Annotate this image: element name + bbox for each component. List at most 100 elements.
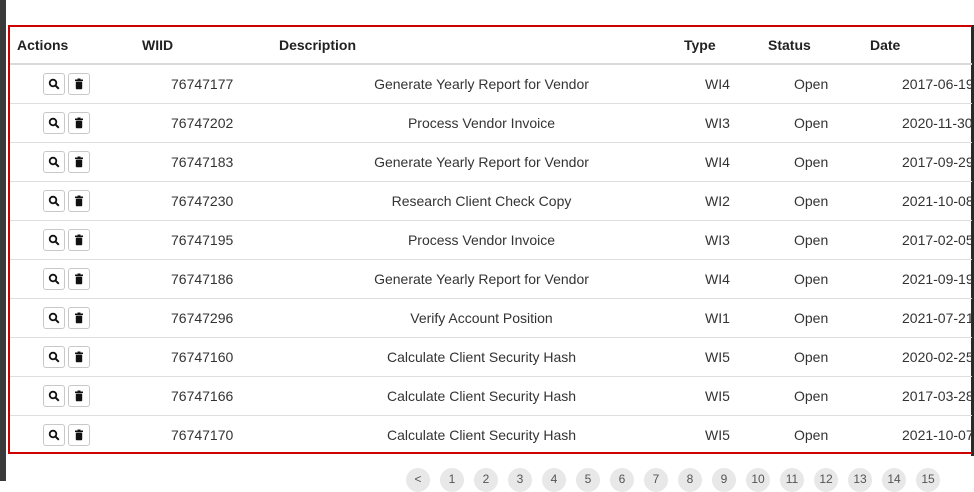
- page-button[interactable]: 5: [576, 468, 600, 492]
- view-button[interactable]: [43, 190, 65, 212]
- trash-icon: [73, 156, 85, 168]
- table-body: 76747177 Generate Yearly Report for Vendo…: [10, 64, 972, 452]
- magnifier-icon: [48, 390, 60, 402]
- delete-button[interactable]: [68, 346, 90, 368]
- type-cell: WI3: [684, 103, 768, 143]
- delete-button[interactable]: [68, 424, 90, 446]
- wiid-cell: 76747186: [142, 259, 279, 299]
- status-cell: Open: [768, 337, 870, 377]
- page-button[interactable]: 7: [644, 468, 668, 492]
- trash-icon: [73, 351, 85, 363]
- table-row: 76747183 Generate Yearly Report for Vendo…: [10, 142, 972, 182]
- page-button[interactable]: 15: [916, 468, 940, 492]
- view-button[interactable]: [43, 346, 65, 368]
- date-cell: 2020-11-30: [870, 103, 972, 143]
- view-button[interactable]: [43, 424, 65, 446]
- wiid-cell: 76747170: [142, 415, 279, 452]
- description-cell: Process Vendor Invoice: [279, 103, 684, 143]
- page-button[interactable]: 12: [814, 468, 838, 492]
- wiid-cell: 76747183: [142, 142, 279, 182]
- table-row: 76747186 Generate Yearly Report for Vendo…: [10, 259, 972, 299]
- page-prev-button[interactable]: <: [406, 468, 430, 492]
- page-button[interactable]: 14: [882, 468, 906, 492]
- view-button[interactable]: [43, 112, 65, 134]
- description-cell: Research Client Check Copy: [279, 181, 684, 221]
- work-items-table-frame: Actions WIID Description Type Status Dat…: [8, 25, 972, 454]
- delete-button[interactable]: [68, 73, 90, 95]
- view-button[interactable]: [43, 307, 65, 329]
- table-row: 76747166 Calculate Client Security Hash WI…: [10, 376, 972, 416]
- left-window-edge: [0, 0, 6, 481]
- actions-cell: [10, 415, 142, 452]
- view-button[interactable]: [43, 73, 65, 95]
- type-cell: WI5: [684, 376, 768, 416]
- magnifier-icon: [48, 234, 60, 246]
- status-cell: Open: [768, 415, 870, 452]
- status-cell: Open: [768, 103, 870, 143]
- status-cell: Open: [768, 259, 870, 299]
- description-cell: Generate Yearly Report for Vendor: [279, 142, 684, 182]
- status-cell: Open: [768, 376, 870, 416]
- actions-cell: [10, 376, 142, 416]
- description-cell: Process Vendor Invoice: [279, 220, 684, 260]
- column-header-date: Date: [870, 27, 972, 65]
- delete-button[interactable]: [68, 151, 90, 173]
- page-button[interactable]: 6: [610, 468, 634, 492]
- view-button[interactable]: [43, 151, 65, 173]
- magnifier-icon: [48, 312, 60, 324]
- table-row: 76747296 Verify Account Position WI1 Open 20…: [10, 298, 972, 338]
- status-cell: Open: [768, 220, 870, 260]
- delete-button[interactable]: [68, 190, 90, 212]
- actions-cell: [10, 103, 142, 143]
- view-button[interactable]: [43, 229, 65, 251]
- page-button[interactable]: 11: [780, 468, 804, 492]
- table-row: 76747160 Calculate Client Security Hash WI…: [10, 337, 972, 377]
- wiid-cell: 76747177: [171, 76, 234, 92]
- delete-button[interactable]: [68, 385, 90, 407]
- wiid-cell: 76747230: [142, 181, 279, 221]
- work-items-table: Actions WIID Description Type Status Dat…: [10, 27, 972, 452]
- page-button[interactable]: 9: [712, 468, 736, 492]
- table-row: 76747170 Calculate Client Security Hash WI…: [10, 415, 972, 452]
- type-cell: WI4: [684, 142, 768, 182]
- view-button[interactable]: [43, 385, 65, 407]
- delete-button[interactable]: [68, 307, 90, 329]
- page-button[interactable]: 1: [440, 468, 464, 492]
- type-cell: WI3: [684, 220, 768, 260]
- type-cell: WI5: [684, 337, 768, 377]
- page-button[interactable]: 4: [542, 468, 566, 492]
- description-cell: Calculate Client Security Hash: [279, 415, 684, 452]
- trash-icon: [73, 117, 85, 129]
- page-button[interactable]: 8: [678, 468, 702, 492]
- trash-icon: [73, 390, 85, 402]
- delete-button[interactable]: [68, 112, 90, 134]
- view-button[interactable]: [43, 268, 65, 290]
- wiid-cell: 76747202: [142, 103, 279, 143]
- column-header-actions: Actions: [10, 27, 142, 65]
- date-cell: 2017-09-29: [870, 142, 972, 182]
- date-cell: 2020-02-25: [870, 337, 972, 377]
- type-cell: WI4: [684, 259, 768, 299]
- page-button[interactable]: 2: [474, 468, 498, 492]
- column-header-wiid: WIID: [142, 27, 279, 65]
- column-header-type: Type: [684, 27, 768, 65]
- magnifier-icon: [48, 429, 60, 441]
- magnifier-icon: [48, 78, 60, 90]
- page-button[interactable]: 3: [508, 468, 532, 492]
- actions-cell: [10, 181, 142, 221]
- delete-button[interactable]: [68, 229, 90, 251]
- magnifier-icon: [48, 273, 60, 285]
- delete-button[interactable]: [68, 268, 90, 290]
- pagination: <1 2 3 4 5 6 7 8 9 10 11 12 13 14 15: [406, 468, 940, 492]
- type-cell: WI1: [684, 298, 768, 338]
- description-cell: Calculate Client Security Hash: [279, 376, 684, 416]
- actions-cell: [10, 337, 142, 377]
- type-cell: WI4: [705, 76, 730, 92]
- trash-icon: [73, 273, 85, 285]
- page-button[interactable]: 13: [848, 468, 872, 492]
- date-cell: 2021-09-19: [870, 259, 972, 299]
- table-row: 76747195 Process Vendor Invoice WI3 Open 201…: [10, 220, 972, 260]
- trash-icon: [73, 195, 85, 207]
- page-button[interactable]: 10: [746, 468, 770, 492]
- status-cell: Open: [768, 142, 870, 182]
